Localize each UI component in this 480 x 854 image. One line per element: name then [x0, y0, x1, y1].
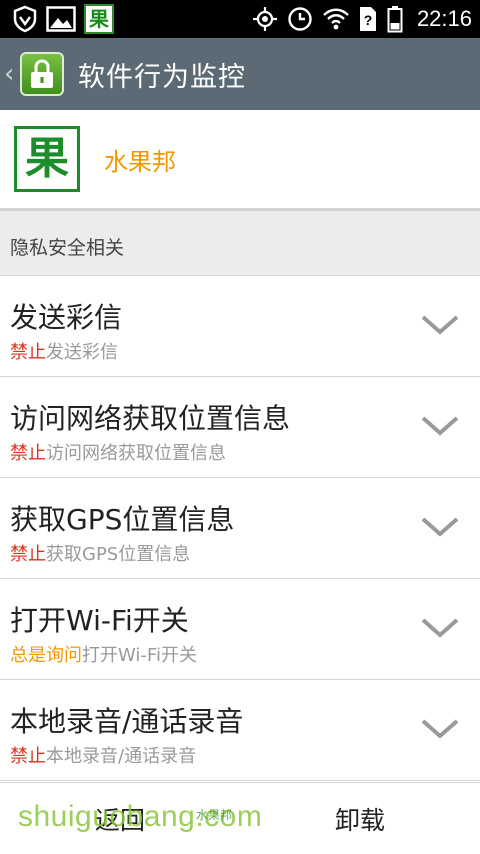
permission-description: 获取GPS位置信息 [46, 544, 191, 565]
clock-time: 22:16 [416, 6, 472, 31]
bottom-action-bar: 返回 卸载 [0, 782, 480, 854]
fruit-app-notification-icon: 果 [84, 4, 114, 34]
permission-item-wifi-switch[interactable]: 打开Wi-Fi开关 总是询问打开Wi-Fi开关 [0, 579, 480, 680]
permission-subtitle: 禁止本地录音/通话录音 [10, 742, 196, 768]
permission-subtitle: 总是询问打开Wi-Fi开关 [10, 641, 197, 667]
status-bar: 果 ? 22:16 [0, 0, 480, 38]
permission-status: 禁止 [10, 544, 46, 565]
permission-item-audio-recording[interactable]: 本地录音/通话录音 禁止本地录音/通话录音 [0, 680, 480, 781]
permission-item-network-location[interactable]: 访问网络获取位置信息 禁止访问网络获取位置信息 [0, 377, 480, 478]
screen-title: 软件行为监控 [78, 61, 246, 93]
section-header: 隐私安全相关 [0, 208, 480, 276]
section-title: 隐私安全相关 [10, 237, 125, 259]
permission-status: 禁止 [10, 443, 46, 464]
chevron-down-icon[interactable] [420, 514, 460, 540]
action-bar: ‹ 软件行为监控 [0, 38, 480, 110]
permission-description: 打开Wi-Fi开关 [82, 645, 197, 666]
permission-title: 本地录音/通话录音 [10, 705, 244, 738]
app-logo: 果 [14, 126, 80, 192]
permission-subtitle: 禁止发送彩信 [10, 338, 118, 364]
shield-notification-icon [13, 5, 37, 33]
chevron-down-icon[interactable] [420, 312, 460, 338]
lock-app-icon[interactable] [20, 52, 64, 96]
padlock-icon [31, 59, 53, 88]
permission-item-send-mms[interactable]: 发送彩信 禁止发送彩信 [0, 276, 480, 377]
back-chevron-icon[interactable]: ‹ [4, 61, 18, 87]
no-sim-mark: ? [364, 12, 373, 28]
permission-title: 打开Wi-Fi开关 [10, 604, 189, 637]
permission-title: 访问网络获取位置信息 [10, 402, 291, 435]
permission-status: 总是询问 [10, 645, 82, 666]
permission-list: 发送彩信 禁止发送彩信 访问网络获取位置信息 禁止访问网络获取位置信息 获取GP… [0, 276, 480, 781]
status-bar-left: 果 [12, 4, 114, 34]
status-bar-right: ? 22:16 [252, 4, 472, 34]
permission-title: 发送彩信 [10, 301, 123, 334]
wifi-icon [323, 8, 349, 30]
chevron-down-icon[interactable] [420, 413, 460, 439]
no-sim-signal-icon: ? [359, 7, 376, 31]
battery-icon [387, 6, 403, 33]
permission-subtitle: 禁止获取GPS位置信息 [10, 540, 190, 566]
gps-icon [252, 7, 277, 31]
app-header: 果 水果邦 [0, 110, 480, 208]
permission-status: 禁止 [10, 746, 46, 767]
permission-description: 本地录音/通话录音 [46, 746, 197, 767]
uninstall-button[interactable]: 卸载 [240, 783, 480, 854]
app-name: 水果邦 [104, 147, 176, 176]
image-notification-icon [46, 6, 76, 32]
permission-subtitle: 禁止访问网络获取位置信息 [10, 439, 226, 465]
permission-item-gps-location[interactable]: 获取GPS位置信息 禁止获取GPS位置信息 [0, 478, 480, 579]
chevron-down-icon[interactable] [420, 716, 460, 742]
chevron-down-icon[interactable] [420, 615, 460, 641]
permission-description: 发送彩信 [46, 342, 118, 363]
permission-status: 禁止 [10, 342, 46, 363]
permission-description: 访问网络获取位置信息 [46, 443, 226, 464]
permission-title: 获取GPS位置信息 [10, 503, 235, 536]
alarm-clock-icon [288, 7, 312, 31]
back-button[interactable]: 返回 [0, 783, 240, 854]
